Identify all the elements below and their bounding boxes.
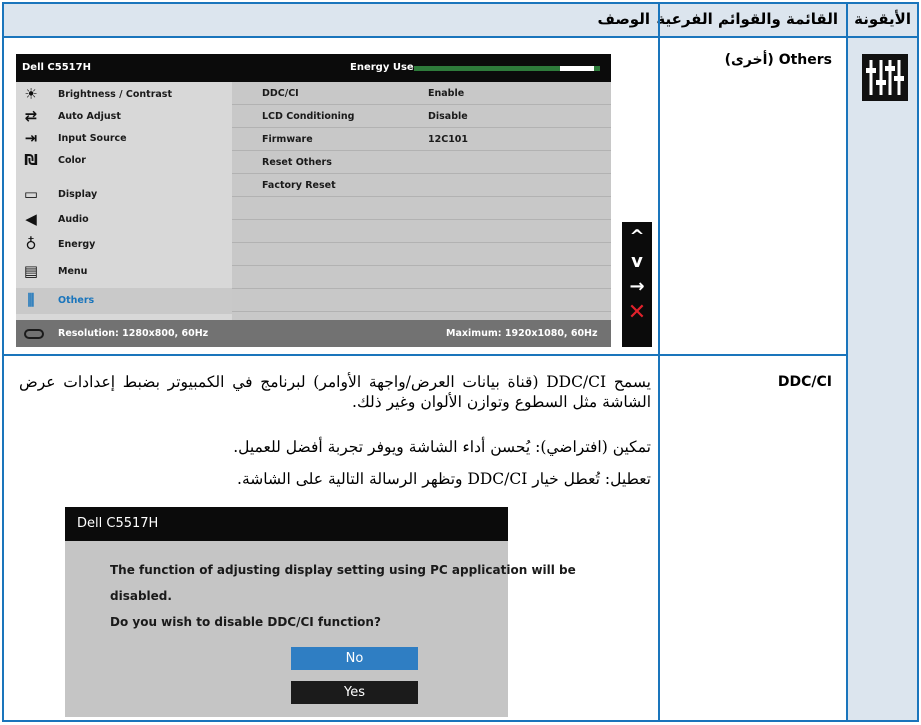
dialog-question: Do you wish to disable DDC/CI function?	[110, 615, 381, 629]
close-icon[interactable]: ✕	[622, 300, 652, 325]
sliders-icon	[862, 54, 908, 101]
dialog-title-bar: Dell C5517H	[65, 507, 508, 541]
osd-menu-list: ☀ Brightness / Contrast ⇄ Auto Adjust ⇥ …	[16, 82, 232, 320]
brightness-icon: ☀	[24, 85, 38, 103]
osd-row-empty	[232, 220, 611, 243]
monitor-icon	[24, 329, 44, 339]
header-description: الوصف	[2, 2, 658, 36]
ddc-ci-enable-text: تمكين (افتراضي): يُحسن أداء الشاشة ويوفر…	[233, 438, 651, 456]
audio-icon: ◀	[25, 210, 37, 228]
right-arrow-icon[interactable]: →	[622, 274, 652, 299]
osd-row-empty	[232, 243, 611, 266]
osd-item-display[interactable]: ▭ Display	[16, 182, 232, 208]
energy-icon: ♁	[25, 235, 37, 253]
osd-row-reset-others[interactable]: Reset Others	[232, 151, 611, 174]
ddc-ci-description: يسمح DDC/CI (قناة بيانات العرض/واجهة الأ…	[19, 373, 651, 411]
manual-table: الوصف القائمة والقوائم الفرعية الأيقونة …	[2, 2, 919, 722]
no-button[interactable]: No	[291, 647, 418, 670]
osd-title-bar: Dell C5517H Energy Use	[16, 54, 611, 82]
osd-row-lcd-conditioning[interactable]: LCD Conditioning Disable	[232, 105, 611, 128]
osd-nav-buttons: ^ v → ✕	[622, 222, 652, 347]
osd-row-factory-reset[interactable]: Factory Reset	[232, 174, 611, 197]
ddc-ci-dialog: Dell C5517H The function of adjusting di…	[65, 507, 576, 717]
input-source-icon: ⇥	[24, 129, 38, 147]
resolution-text: Resolution: 1280x800, 60Hz	[58, 328, 209, 339]
color-icon: ₪	[24, 151, 38, 169]
up-arrow-icon[interactable]: ^	[622, 224, 652, 249]
osd-row-empty	[232, 289, 611, 312]
header-menu: القائمة والقوائم الفرعية	[656, 2, 846, 36]
display-icon: ▭	[23, 185, 39, 203]
menu-icon: ▤	[23, 262, 39, 280]
osd-row-empty	[232, 266, 611, 289]
icon-column-fill	[848, 38, 919, 720]
ddc-ci-label: DDC/CI	[777, 374, 832, 390]
osd-item-others[interactable]: ⫼ Others	[16, 288, 232, 314]
osd-submenu: DDC/CI Enable LCD Conditioning Disable F…	[232, 82, 611, 320]
osd-item-menu[interactable]: ▤ Menu	[16, 259, 232, 285]
down-arrow-icon[interactable]: v	[622, 249, 652, 274]
max-resolution-text: Maximum: 1920x1080, 60Hz	[446, 328, 598, 339]
osd-row-firmware[interactable]: Firmware 12C101	[232, 128, 611, 151]
osd-status-bar: Resolution: 1280x800, 60Hz Maximum: 1920…	[16, 320, 611, 347]
others-icon: ⫼	[27, 291, 35, 309]
energy-use-bar	[414, 66, 600, 71]
osd-model-name: Dell C5517H	[22, 62, 91, 73]
header-icon: الأيقونة	[848, 2, 919, 36]
osd-menu: Dell C5517H Energy Use ☀ Brightness / Co…	[16, 54, 664, 347]
others-menu-label: Others (أخرى)	[724, 52, 832, 68]
osd-item-color[interactable]: ₪ Color	[16, 148, 232, 174]
dialog-message-line: disabled.	[110, 589, 172, 603]
auto-adjust-icon: ⇄	[24, 107, 38, 125]
ddc-ci-disable-text: تعطيل: تُعطل خيار DDC/CI وتظهر الرسالة ا…	[237, 470, 651, 488]
osd-row-empty	[232, 197, 611, 220]
osd-item-energy[interactable]: ♁ Energy	[16, 232, 232, 258]
yes-button[interactable]: Yes	[291, 681, 418, 704]
osd-item-audio[interactable]: ◀ Audio	[16, 207, 232, 233]
energy-use-label: Energy Use	[350, 62, 414, 73]
osd-row-ddc-ci[interactable]: DDC/CI Enable	[232, 82, 611, 105]
dialog-message-line: The function of adjusting display settin…	[110, 563, 576, 577]
